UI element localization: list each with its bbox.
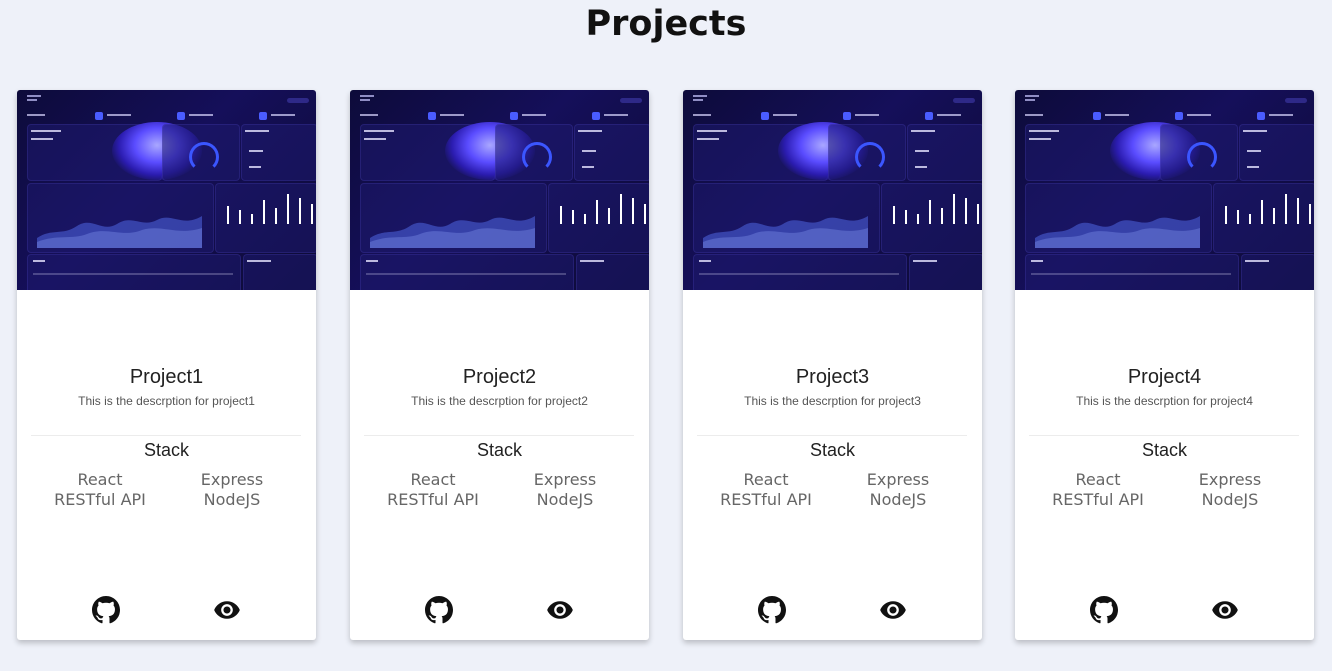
divider	[31, 435, 301, 436]
preview-link-button[interactable]	[879, 596, 907, 624]
stack-item: NodeJS	[203, 490, 261, 509]
project-screenshot	[1015, 90, 1314, 290]
github-icon	[425, 596, 453, 624]
project-card-2: Project2 This is the descrption for proj…	[350, 90, 649, 640]
github-icon	[1090, 596, 1118, 624]
stack-heading: Stack	[1141, 440, 1188, 460]
preview-link-button[interactable]	[1211, 596, 1239, 624]
project-card-list: Project1 This is the descrption for proj…	[17, 90, 1315, 641]
stack-item: RESTful API	[387, 490, 479, 509]
stack-item: Express	[533, 470, 597, 489]
project-title: Project3	[795, 366, 870, 388]
stack-item: RESTful API	[1052, 490, 1144, 509]
github-link-button[interactable]	[425, 596, 453, 624]
stack-item: RESTful API	[54, 490, 146, 509]
eye-icon	[547, 601, 573, 619]
project-screenshot	[17, 90, 316, 290]
stack-item: NodeJS	[869, 490, 927, 509]
project-description: This is the descrption for project2	[411, 394, 588, 408]
stack-item: NodeJS	[1201, 490, 1259, 509]
stack-heading: Stack	[809, 440, 856, 460]
stack-item: React	[1075, 470, 1121, 489]
github-icon	[758, 596, 786, 624]
stack-item: Express	[866, 470, 930, 489]
divider	[697, 435, 967, 436]
stack-heading: Stack	[476, 440, 523, 460]
stack-item: React	[410, 470, 456, 489]
stack-item: React	[77, 470, 123, 489]
page-title: Projects	[585, 4, 747, 44]
project-description: This is the descrption for project1	[78, 394, 255, 408]
project-screenshot	[683, 90, 982, 290]
project-card-1: Project1 This is the descrption for proj…	[17, 90, 316, 640]
stack-heading: Stack	[143, 440, 190, 460]
github-link-button[interactable]	[1090, 596, 1118, 624]
eye-icon	[880, 601, 906, 619]
github-link-button[interactable]	[758, 596, 786, 624]
project-description: This is the descrption for project4	[1076, 394, 1253, 408]
divider	[364, 435, 634, 436]
github-link-button[interactable]	[92, 596, 120, 624]
github-icon	[92, 596, 120, 624]
project-card-4: Project4 This is the descrption for proj…	[1015, 90, 1314, 640]
stack-item: React	[743, 470, 789, 489]
preview-link-button[interactable]	[546, 596, 574, 624]
project-description: This is the descrption for project3	[744, 394, 921, 408]
project-screenshot	[350, 90, 649, 290]
project-title: Project2	[462, 366, 537, 388]
project-title: Project4	[1127, 366, 1202, 388]
stack-item: Express	[200, 470, 264, 489]
project-card-3: Project3 This is the descrption for proj…	[683, 90, 982, 640]
divider	[1029, 435, 1299, 436]
eye-icon	[1212, 601, 1238, 619]
stack-item: NodeJS	[536, 490, 594, 509]
eye-icon	[214, 601, 240, 619]
stack-item: RESTful API	[720, 490, 812, 509]
preview-link-button[interactable]	[213, 596, 241, 624]
stack-item: Express	[1198, 470, 1262, 489]
project-title: Project1	[129, 366, 204, 388]
